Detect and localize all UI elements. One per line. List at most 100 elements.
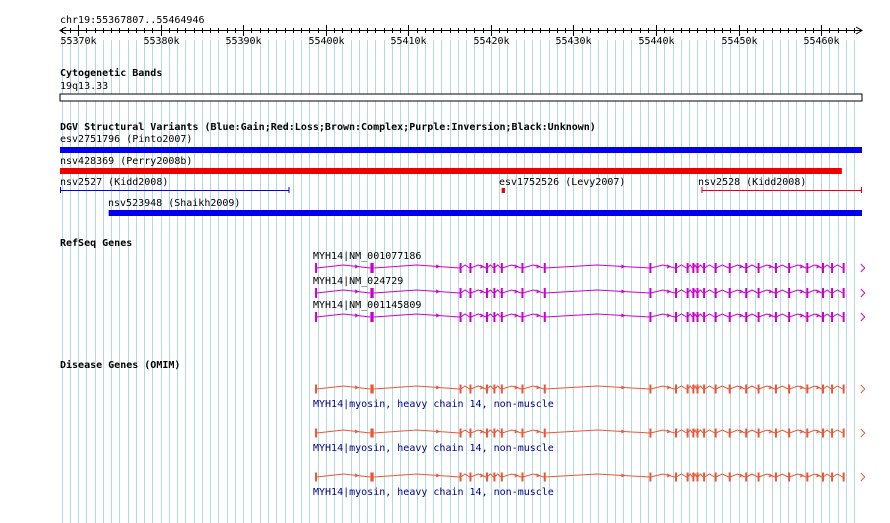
refseq-transcript-exon[interactable] [728,263,731,273]
omim-gene-exon[interactable] [485,384,488,394]
refseq-transcript-exon[interactable] [485,288,488,298]
omim-gene-exon[interactable] [696,384,699,394]
refseq-transcript-exon[interactable] [469,263,472,273]
omim-gene-exon[interactable] [728,428,731,438]
refseq-transcript-exon[interactable] [315,263,318,273]
dgv-feature-label[interactable]: esv1752526 (Levy2007) [499,177,625,189]
omim-gene-exon[interactable] [774,472,777,482]
refseq-transcript-exon[interactable] [493,312,496,322]
refseq-transcript-exon[interactable] [459,288,462,298]
dgv-feature-label[interactable]: nsv523948 (Shaikh2009) [108,198,240,210]
dgv-feature-bar[interactable] [60,168,842,174]
dgv-feature-label[interactable]: nsv428369 (Perry2008b) [60,156,192,168]
omim-gene-exon[interactable] [485,428,488,438]
omim-gene-exon[interactable] [788,384,791,394]
omim-track-title[interactable]: Disease Genes (OMIM) [60,360,180,372]
omim-gene-exon[interactable] [692,472,695,482]
omim-gene-exon[interactable] [774,428,777,438]
omim-gene-exon[interactable] [821,472,824,482]
dgv-feature-label[interactable]: nsv2528 (Kidd2008) [698,177,806,189]
refseq-transcript-exon[interactable] [821,288,824,298]
omim-gene-exon[interactable] [692,384,695,394]
refseq-transcript-exon[interactable] [521,312,524,322]
refseq-transcript-exon[interactable] [745,288,748,298]
refseq-transcript-exon[interactable] [842,263,845,273]
refseq-transcript-exon[interactable] [842,312,845,322]
refseq-transcript-exon[interactable] [745,263,748,273]
refseq-transcript-exon[interactable] [728,288,731,298]
refseq-transcript-exon[interactable] [500,288,503,298]
omim-gene-exon[interactable] [675,472,678,482]
omim-gene-exon[interactable] [675,384,678,394]
omim-gene-exon[interactable] [686,428,689,438]
refseq-transcript-exon[interactable] [703,288,706,298]
omim-gene-exon[interactable] [370,428,374,438]
omim-gene-exon[interactable] [692,428,695,438]
omim-gene-exon[interactable] [459,384,462,394]
dgv-feature-bar[interactable] [108,210,862,216]
refseq-transcript-exon[interactable] [831,312,834,322]
refseq-transcript-exon[interactable] [493,263,496,273]
omim-gene-exon[interactable] [728,472,731,482]
refseq-transcript-exon[interactable] [370,288,374,298]
omim-gene-exon[interactable] [493,384,496,394]
omim-gene-exon[interactable] [649,428,652,438]
omim-gene-exon[interactable] [842,472,845,482]
omim-gene-exon[interactable] [485,472,488,482]
omim-gene-exon[interactable] [370,384,374,394]
refseq-transcript-exon[interactable] [728,312,731,322]
omim-gene-exon[interactable] [543,472,546,482]
refseq-transcript-exon[interactable] [686,263,689,273]
dgv-feature-label[interactable]: nsv2527 (Kidd2008) [60,177,168,189]
refseq-transcript-exon[interactable] [493,288,496,298]
refseq-transcript-exon[interactable] [469,288,472,298]
omim-gene-exon[interactable] [370,472,374,482]
omim-entry-label[interactable]: MYH14|myosin, heavy chain 14, non-muscle [313,443,554,455]
refseq-transcript-exon[interactable] [831,263,834,273]
dgv-track-title[interactable]: DGV Structural Variants (Blue:Gain;Red:L… [60,122,596,134]
refseq-transcript-exon[interactable] [370,263,374,273]
refseq-transcript-exon[interactable] [696,312,699,322]
refseq-transcript-exon[interactable] [842,288,845,298]
omim-gene-exon[interactable] [493,428,496,438]
refseq-transcript-exon[interactable] [757,263,760,273]
omim-gene-exon[interactable] [703,384,706,394]
omim-gene-exon[interactable] [714,384,717,394]
omim-gene-exon[interactable] [521,384,524,394]
omim-gene-exon[interactable] [696,472,699,482]
omim-gene-exon[interactable] [831,472,834,482]
refseq-transcript-exon[interactable] [686,312,689,322]
refseq-transcript-label[interactable]: MYH14|NM_024729 [313,276,403,288]
omim-gene-exon[interactable] [315,384,318,394]
refseq-transcript-exon[interactable] [675,263,678,273]
omim-gene-exon[interactable] [469,384,472,394]
omim-gene-exon[interactable] [806,472,809,482]
omim-gene-exon[interactable] [469,472,472,482]
refseq-transcript-exon[interactable] [649,312,652,322]
refseq-transcript-exon[interactable] [806,288,809,298]
omim-gene-exon[interactable] [649,384,652,394]
refseq-transcript-exon[interactable] [788,288,791,298]
refseq-track-title[interactable]: RefSeq Genes [60,238,132,250]
omim-gene-exon[interactable] [831,384,834,394]
refseq-transcript-exon[interactable] [370,312,374,322]
refseq-transcript-exon[interactable] [686,288,689,298]
refseq-transcript-exon[interactable] [459,263,462,273]
refseq-transcript-exon[interactable] [675,288,678,298]
omim-gene-exon[interactable] [745,472,748,482]
refseq-transcript-exon[interactable] [821,263,824,273]
cytoband-track-title[interactable]: Cytogenetic Bands [60,68,162,80]
refseq-transcript-exon[interactable] [806,312,809,322]
omim-gene-exon[interactable] [686,384,689,394]
omim-gene-exon[interactable] [821,428,824,438]
omim-gene-exon[interactable] [745,384,748,394]
omim-gene-exon[interactable] [315,472,318,482]
refseq-transcript-exon[interactable] [831,288,834,298]
refseq-transcript-exon[interactable] [649,263,652,273]
refseq-transcript-exon[interactable] [774,288,777,298]
refseq-transcript-exon[interactable] [459,312,462,322]
omim-gene-exon[interactable] [757,384,760,394]
refseq-transcript-exon[interactable] [500,263,503,273]
omim-gene-exon[interactable] [821,384,824,394]
refseq-transcript-exon[interactable] [806,263,809,273]
